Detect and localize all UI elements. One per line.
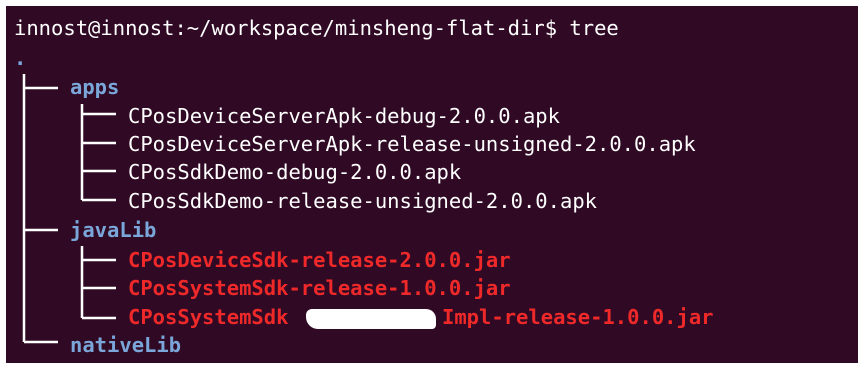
dir-apps: apps <box>70 75 120 99</box>
dir-javalib: javaLib <box>70 218 157 242</box>
dir-nativelib: nativeLib <box>70 333 182 357</box>
tree-root: . <box>14 46 27 70</box>
file-jar-3-prefix: CPosSystemSdk <box>128 305 289 329</box>
redaction-mark <box>306 309 436 329</box>
file-apk-2: CPosDeviceServerApk-release-unsigned-2.0… <box>128 132 696 156</box>
file-jar-3-suffix: Impl-release-1.0.0.jar <box>442 305 714 329</box>
file-jar-1: CPosDeviceSdk-release-2.0.0.jar <box>128 248 511 272</box>
file-jar-2: CPosSystemSdk-release-1.0.0.jar <box>128 276 511 300</box>
file-apk-1: CPosDeviceServerApk-debug-2.0.0.apk <box>128 104 560 128</box>
terminal-window[interactable]: innost@innost:~/workspace/minsheng-flat-… <box>6 6 858 363</box>
file-apk-3: CPosSdkDemo-debug-2.0.0.apk <box>128 160 462 184</box>
file-apk-4: CPosSdkDemo-release-unsigned-2.0.0.apk <box>128 189 597 213</box>
command-prompt: innost@innost:~/workspace/minsheng-flat-… <box>14 16 619 40</box>
